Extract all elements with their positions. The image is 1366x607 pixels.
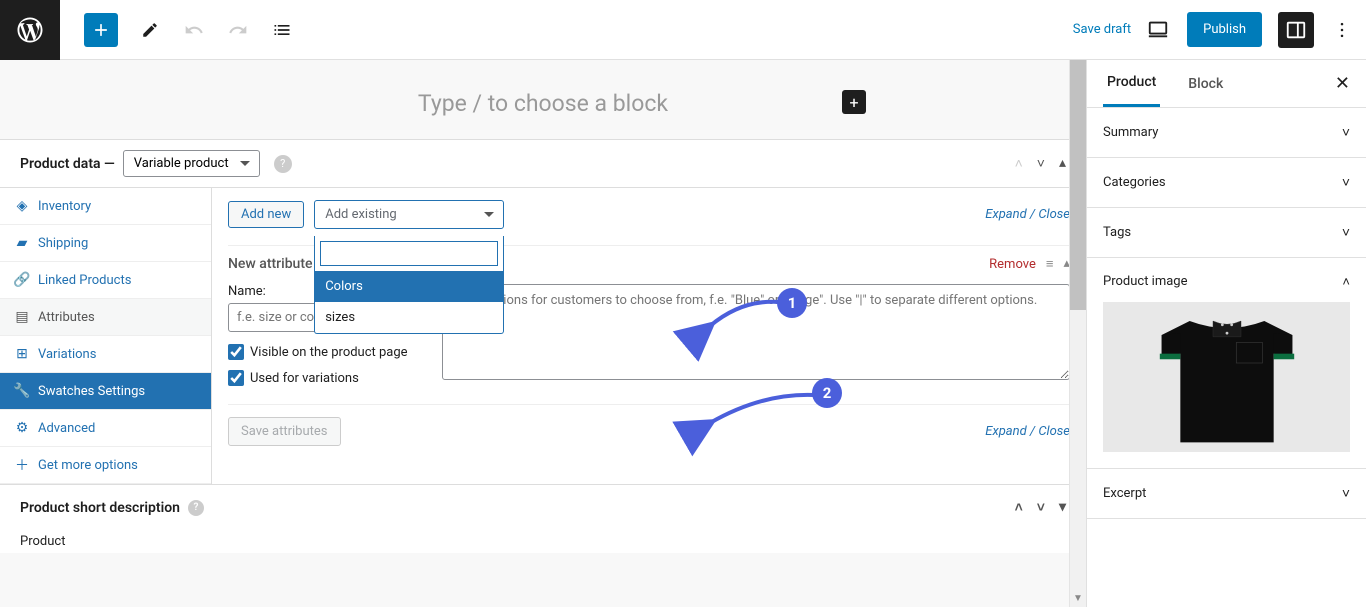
panel-summary[interactable]: Summary˅ [1087,108,1366,158]
remove-link[interactable]: Remove [989,257,1036,272]
plus-icon: ＋ [14,457,30,473]
callout-1: 1 [777,288,807,318]
chevron-down-icon: ˅ [1342,124,1350,141]
settings-sidebar: Product Block ✕ Summary˅ Categories˅ Tag… [1086,60,1366,607]
redo-icon[interactable] [226,18,250,42]
footer-product-text: Product [0,530,1086,553]
product-data-label: Product data — [20,156,115,172]
help-icon[interactable]: ? [188,500,204,516]
tab-advanced[interactable]: ⚙Advanced [0,410,211,447]
editor-area: Type / to choose a block + Product data … [0,60,1086,607]
scrollbar-thumb[interactable] [1070,60,1086,310]
expand-close-link[interactable]: Expand / Close [985,207,1070,222]
panel-tags[interactable]: Tags˅ [1087,208,1366,258]
drag-handle-icon[interactable]: ≡ [1046,256,1054,272]
add-block-button[interactable] [84,13,118,47]
new-attribute-label: New attribute [228,256,313,272]
attributes-panel: Add new Add existing Colors sizes Expand… [212,188,1086,484]
shirt-icon [1132,307,1322,447]
grid-icon: ⊞ [14,346,30,362]
sidebar-toggle-button[interactable] [1278,12,1314,48]
close-icon[interactable]: ✕ [1335,73,1350,94]
tab-shipping[interactable]: ▰Shipping [0,225,211,262]
chevron-down-icon: ˅ [1342,174,1350,191]
list-icon: ▤ [14,309,30,325]
preview-icon[interactable] [1147,18,1171,42]
visible-checkbox[interactable] [228,344,244,360]
chevron-down-icon: ˅ [1342,224,1350,241]
more-menu-icon[interactable] [1330,18,1354,42]
panel-excerpt[interactable]: Excerpt˅ [1087,469,1366,519]
undo-icon[interactable] [182,18,206,42]
sidebar-tab-block[interactable]: Block [1184,62,1227,106]
wordpress-logo[interactable] [0,0,60,60]
arrow-1 [702,294,782,338]
sidebar-tab-product[interactable]: Product [1103,60,1160,107]
chevron-down-icon: ˅ [1342,485,1350,502]
wordpress-icon [15,15,45,45]
save-attributes-button[interactable]: Save attributes [228,417,341,446]
inline-add-block-button[interactable]: + [842,90,866,114]
link-icon: 🔗 [14,272,30,288]
short-description-panel: Product short description ? ˄ ˅ ▾ [0,484,1086,530]
publish-button[interactable]: Publish [1187,12,1262,47]
collapse-down-icon[interactable]: ▾ [1059,499,1066,516]
visible-checkbox-label[interactable]: Visible on the product page [228,344,428,360]
title-placeholder[interactable]: Type / to choose a block [418,90,668,117]
chevron-down-icon[interactable]: ˅ [1037,155,1045,172]
chevron-down-icon[interactable]: ˅ [1037,499,1045,516]
topbar-right: Save draft Publish [1073,12,1366,48]
short-description-label: Product short description [20,500,180,516]
arrow-2 [702,385,817,434]
used-variations-checkbox-label[interactable]: Used for variations [228,370,428,386]
dropdown-option-sizes[interactable]: sizes [315,302,503,333]
add-new-button[interactable]: Add new [228,201,304,228]
scrollbar[interactable]: ▲ ▼ [1069,60,1086,607]
callout-2: 2 [812,378,842,408]
plus-icon [91,20,111,40]
list-view-icon[interactable] [270,18,294,42]
wrench-icon: 🔧 [14,383,30,399]
help-icon[interactable]: ? [274,155,292,173]
product-image-thumbnail[interactable] [1103,302,1350,452]
truck-icon: ▰ [14,235,30,251]
edit-mode-icon[interactable] [138,18,162,42]
add-existing-select[interactable]: Add existing [314,200,504,229]
tab-inventory[interactable]: ◈Inventory [0,188,211,225]
inventory-icon: ◈ [14,198,30,214]
product-data-bar: Product data — Variable product ? ˄ ˅ ▴ [0,139,1086,188]
tool-icons-group [138,18,294,42]
tab-get-more-options[interactable]: ＋Get more options [0,447,211,484]
add-existing-dropdown: Colors sizes [314,236,504,334]
collapse-up-icon[interactable]: ▴ [1059,155,1066,172]
tab-swatches-settings[interactable]: 🔧Swatches Settings [0,373,211,410]
tab-attributes[interactable]: ▤Attributes [0,299,211,336]
expand-close-link-bottom[interactable]: Expand / Close [985,424,1070,439]
panel-categories[interactable]: Categories˅ [1087,158,1366,208]
chevron-up-icon[interactable]: ˄ [1015,155,1023,172]
dropdown-option-colors[interactable]: Colors [315,271,503,302]
product-type-select[interactable]: Variable product [123,150,260,177]
save-draft-link[interactable]: Save draft [1073,22,1131,37]
product-data-sidebar: ◈Inventory ▰Shipping 🔗Linked Products ▤A… [0,188,212,484]
panel-toggle-icons: ˄ ˅ ▴ [1015,155,1066,172]
chevron-up-icon[interactable]: ˄ [1342,274,1350,290]
title-row: Type / to choose a block + [0,60,1086,139]
dropdown-search-input[interactable] [320,241,498,266]
editor-topbar: Save draft Publish [0,0,1366,60]
tab-linked-products[interactable]: 🔗Linked Products [0,262,211,299]
used-variations-checkbox[interactable] [228,370,244,386]
tab-variations[interactable]: ⊞Variations [0,336,211,373]
gear-icon: ⚙ [14,420,30,436]
panel-product-image: Product image˄ [1087,258,1366,469]
scroll-down-icon[interactable]: ▼ [1070,590,1086,607]
chevron-up-icon[interactable]: ˄ [1015,499,1023,516]
